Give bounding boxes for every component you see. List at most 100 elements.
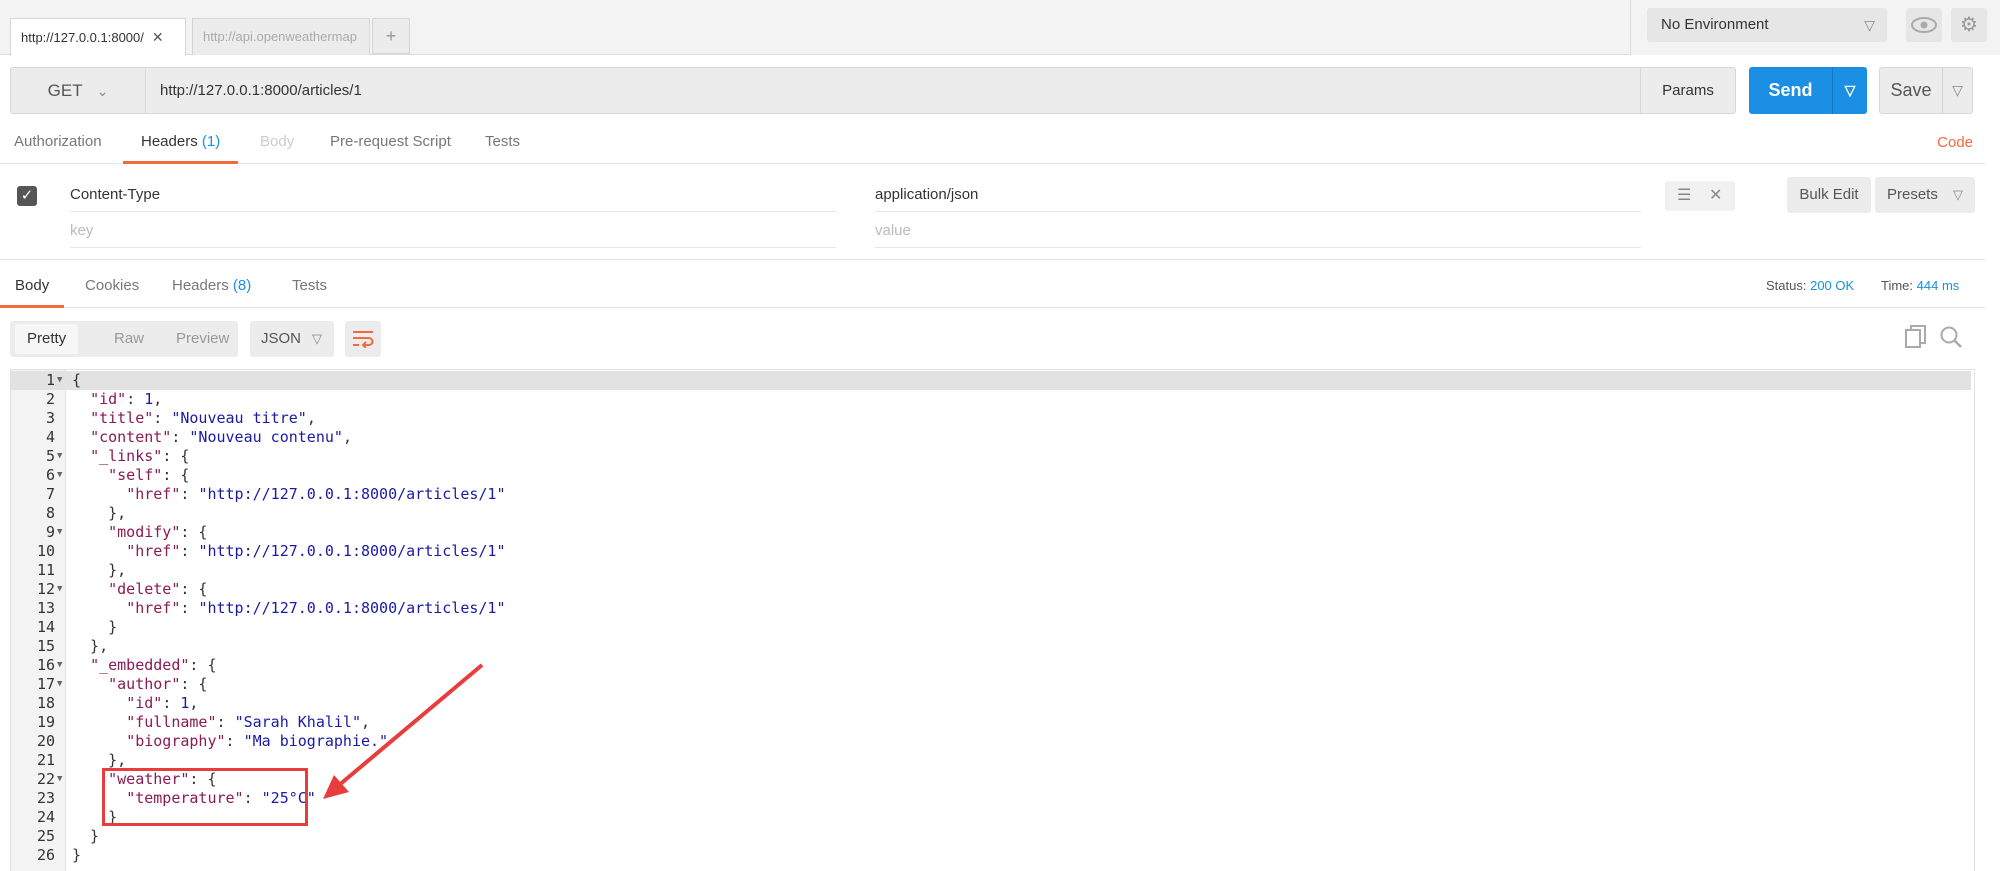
- response-headers-count: (8): [232, 277, 252, 294]
- wrap-lines-icon[interactable]: [345, 321, 381, 357]
- save-label: Save: [1890, 80, 1932, 100]
- view-mode-group: Pretty Raw Preview: [10, 321, 238, 357]
- fold-arrow-icon[interactable]: ▼: [57, 466, 62, 485]
- request-tabs: Authorization Headers (1) Body Pre-reque…: [0, 124, 1985, 164]
- code-line: 4 "content": "Nouveau contenu",: [45, 428, 352, 446]
- tab-cookies[interactable]: Cookies: [85, 268, 139, 308]
- tab-body[interactable]: Body: [260, 124, 294, 164]
- code-line: 17 ▼ "author": {: [36, 675, 208, 694]
- request-tab-weather[interactable]: http://api.openweathermap: [192, 18, 370, 55]
- fold-arrow-icon[interactable]: ▼: [57, 656, 62, 675]
- code-line: 9 ▼ "modify": {: [45, 523, 208, 542]
- code-line: 26}: [36, 846, 82, 864]
- gear-icon[interactable]: ⚙: [1951, 8, 1987, 42]
- row-actions: ☰ ✕: [1665, 181, 1735, 211]
- code-line: 7 "href": "http://127.0.0.1:8000/article…: [45, 485, 506, 503]
- code-line: 19 "fullname": "Sarah Khalil",: [36, 713, 371, 731]
- fold-arrow-icon[interactable]: ▼: [57, 447, 62, 466]
- tab-pre-request-script[interactable]: Pre-request Script: [330, 124, 451, 164]
- search-icon[interactable]: [1937, 325, 1965, 353]
- presets-label: Presets: [1887, 186, 1938, 203]
- request-tab-local[interactable]: http://127.0.0.1:8000/ ✕: [10, 18, 186, 56]
- headers-count: (1): [201, 133, 221, 150]
- code-line: 13 "href": "http://127.0.0.1:8000/articl…: [36, 599, 506, 617]
- environment-area: No Environment ▽ ⚙: [1630, 0, 2000, 55]
- code-line: 8 },: [45, 504, 127, 522]
- environment-select[interactable]: No Environment ▽: [1647, 8, 1887, 42]
- bulk-edit-button[interactable]: Bulk Edit: [1787, 177, 1871, 213]
- code-line: 16 ▼ "_embedded": {: [36, 656, 217, 675]
- format-label: JSON: [261, 330, 302, 347]
- send-label: Send: [1768, 80, 1813, 100]
- chevron-down-icon: ▽: [1864, 17, 1875, 33]
- chevron-down-icon: ▽: [312, 331, 322, 346]
- add-tab-button[interactable]: +: [372, 18, 410, 54]
- status-readout: Status: 200 OK: [1766, 278, 1854, 293]
- fold-arrow-icon[interactable]: ▼: [57, 371, 62, 390]
- status-value: 200 OK: [1810, 278, 1855, 293]
- fold-arrow-icon[interactable]: ▼: [57, 770, 62, 789]
- method-select[interactable]: GET ⌄: [10, 67, 146, 114]
- params-button[interactable]: Params: [1640, 67, 1736, 114]
- code-line: 18 "id": 1,: [36, 694, 199, 712]
- code-line: 20 "biography": "Ma biographie.": [36, 732, 389, 750]
- code-line: 1 ▼{: [11, 371, 1971, 390]
- fold-arrow-icon[interactable]: ▼: [57, 675, 62, 694]
- fold-arrow-icon[interactable]: ▼: [57, 580, 62, 599]
- code-line: 2 "id": 1,: [45, 390, 163, 408]
- code-line: 14 }: [36, 618, 118, 636]
- annotation-highlight-box: [102, 768, 308, 826]
- environment-label: No Environment: [1661, 16, 1769, 33]
- headers-editor: ✓ Content-Type application/json key valu…: [0, 164, 1985, 260]
- header-value-placeholder[interactable]: value: [875, 213, 1641, 248]
- fold-arrow-icon[interactable]: ▼: [57, 523, 62, 542]
- view-raw-button[interactable]: Raw: [102, 324, 156, 354]
- code-link[interactable]: Code: [1937, 134, 1973, 151]
- send-button[interactable]: Send ▽: [1749, 67, 1867, 114]
- copy-icon[interactable]: [1902, 325, 1930, 353]
- header-key[interactable]: Content-Type: [70, 177, 836, 212]
- delete-row-icon[interactable]: ✕: [1709, 185, 1722, 205]
- code-line: 3 "title": "Nouveau titre",: [45, 409, 316, 427]
- presets-button[interactable]: Presets ▽: [1875, 177, 1975, 213]
- url-input[interactable]: [146, 67, 1650, 114]
- view-pretty-button[interactable]: Pretty: [15, 324, 79, 354]
- view-preview-button[interactable]: Preview: [164, 324, 241, 354]
- code-line: 25 }: [36, 827, 100, 845]
- format-select[interactable]: JSON ▽: [250, 321, 334, 357]
- response-tabs: Body Cookies Headers (8) Tests: [0, 268, 1985, 308]
- chevron-down-icon: ⌄: [96, 83, 109, 99]
- url-bar: GET ⌄: [10, 67, 1650, 114]
- tab-tests[interactable]: Tests: [485, 124, 520, 164]
- code-line: 12 ▼ "delete": {: [36, 580, 208, 599]
- save-button[interactable]: Save ▽: [1879, 67, 1973, 114]
- header-value[interactable]: application/json: [875, 177, 1641, 212]
- code-line: 11 },: [36, 561, 127, 579]
- time-readout: Time: 444 ms: [1881, 278, 1959, 293]
- tab-response-tests[interactable]: Tests: [292, 268, 327, 308]
- tab-response-headers-label: Headers: [172, 277, 229, 294]
- header-key-placeholder[interactable]: key: [70, 213, 836, 248]
- header-enabled-checkbox[interactable]: ✓: [17, 186, 37, 206]
- tab-headers[interactable]: Headers (1): [123, 124, 239, 164]
- tab-headers-label: Headers: [141, 133, 198, 150]
- chevron-down-icon: ▽: [1953, 187, 1963, 202]
- request-tab-label: http://api.openweathermap: [203, 29, 357, 44]
- close-tab-icon[interactable]: ✕: [152, 19, 164, 55]
- save-options-chevron-icon[interactable]: ▽: [1942, 68, 1972, 113]
- code-line: 10 "href": "http://127.0.0.1:8000/articl…: [36, 542, 506, 560]
- send-options-chevron-icon[interactable]: ▽: [1832, 67, 1867, 114]
- code-line: 15 },: [36, 637, 109, 655]
- drag-handle-icon[interactable]: ☰: [1677, 185, 1691, 205]
- request-tab-label: http://127.0.0.1:8000/: [21, 30, 144, 45]
- time-value: 444 ms: [1916, 278, 1960, 293]
- tab-authorization[interactable]: Authorization: [14, 124, 102, 164]
- tab-response-headers[interactable]: Headers (8): [172, 268, 251, 308]
- tab-response-body[interactable]: Body: [0, 268, 65, 308]
- code-line: 5 ▼ "_links": {: [45, 447, 190, 466]
- status-label: Status:: [1766, 278, 1807, 293]
- time-label: Time:: [1881, 278, 1914, 293]
- eye-icon[interactable]: [1906, 8, 1942, 42]
- method-label: GET: [47, 81, 83, 100]
- tab-bar: http://127.0.0.1:8000/ ✕ http://api.openw…: [0, 0, 2000, 56]
